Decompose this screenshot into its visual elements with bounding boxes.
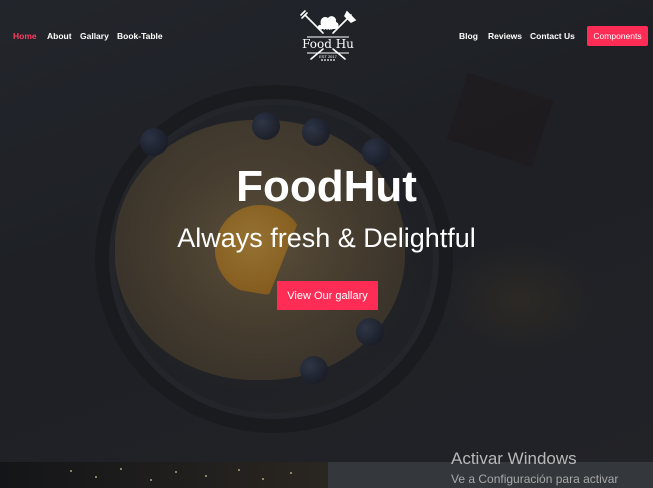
sparkle-dot bbox=[95, 476, 97, 478]
section-photo bbox=[0, 462, 328, 488]
sparkle-dot bbox=[205, 475, 207, 477]
sparkle-dot bbox=[70, 470, 72, 472]
nav-book-table-link[interactable]: Book-Table bbox=[117, 31, 163, 41]
nav-about-link[interactable]: About bbox=[47, 31, 72, 41]
sparkle-dot bbox=[238, 469, 240, 471]
nav-home-link[interactable]: Home bbox=[13, 31, 37, 41]
nav-contact-link[interactable]: Contact Us bbox=[530, 31, 575, 41]
windows-activation-title: Activar Windows bbox=[451, 449, 577, 468]
sparkle-dot bbox=[175, 471, 177, 473]
sparkle-dot bbox=[150, 479, 152, 481]
nav-blog-link[interactable]: Blog bbox=[459, 31, 478, 41]
foodhut-logo[interactable]: THE Food Hu EST 2017 bbox=[297, 9, 359, 65]
sparkle-dot bbox=[120, 468, 122, 470]
nav-gallary-link[interactable]: Gallary bbox=[80, 31, 109, 41]
logo-name: Food Hu bbox=[302, 37, 354, 51]
windows-activation-subtitle: Ve a Configuración para activar bbox=[451, 472, 619, 486]
hero-title: FoodHut bbox=[236, 162, 417, 211]
nav-reviews-link[interactable]: Reviews bbox=[488, 31, 522, 41]
hero-subtitle: Always fresh & Delightful bbox=[177, 223, 476, 253]
sparkle-dot bbox=[262, 478, 264, 480]
view-gallery-button[interactable]: View Our gallary bbox=[277, 281, 378, 310]
main-navigation: Home About Gallary Book-Table THE Food H… bbox=[0, 0, 653, 72]
components-button[interactable]: Components bbox=[587, 26, 648, 46]
logo-top-text: THE bbox=[319, 25, 333, 32]
sparkle-dot bbox=[290, 472, 292, 474]
logo-est-text: EST 2017 bbox=[319, 54, 337, 59]
